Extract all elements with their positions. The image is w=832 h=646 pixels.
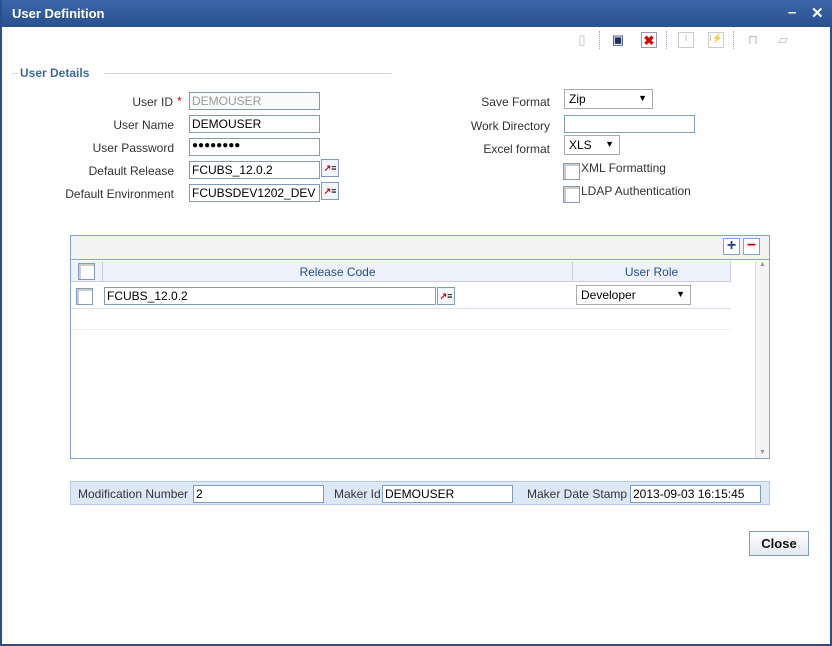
modification-number-label: Modification Number [78, 487, 189, 501]
default-release-lov-button[interactable]: ↗≡ [321, 159, 339, 177]
audit-footer: Modification Number 2 Maker Id DEMOUSER … [70, 481, 770, 505]
authorize-icon: I⚡ [708, 32, 724, 48]
row-checkbox[interactable] [76, 288, 93, 305]
default-release-input[interactable]: FCUBS_12.0.2 [189, 161, 320, 179]
user-id-label: User ID [132, 95, 173, 109]
delete-icon[interactable]: ✖ [641, 32, 657, 48]
default-environment-lov-button[interactable]: ↗≡ [321, 182, 339, 200]
table-row: FCUBS_12.0.2 ↗≡ Developer ▼ [71, 283, 731, 309]
open-folder-icon: ▱ [778, 32, 788, 47]
add-row-button[interactable]: + [723, 238, 740, 255]
select-all-checkbox[interactable] [78, 263, 95, 280]
default-release-label: Default Release [88, 164, 174, 178]
save-format-label: Save Format [481, 95, 550, 109]
column-header-user-role[interactable]: User Role [573, 261, 731, 282]
xml-formatting-label: XML Formatting [581, 161, 666, 175]
default-environment-label: Default Environment [65, 187, 174, 201]
save-format-select[interactable]: Zip ▼ [564, 89, 653, 109]
work-directory-label: Work Directory [470, 119, 550, 133]
column-header-release-code[interactable]: Release Code [103, 261, 573, 282]
unlock-icon: ⊓ [747, 32, 759, 47]
modification-number-field: 2 [193, 485, 324, 503]
required-marker: * [177, 94, 182, 108]
section-user-details: User Details [20, 66, 90, 80]
select-all-header [71, 261, 103, 282]
maker-id-field: DEMOUSER [382, 485, 513, 503]
ldap-authentication-checkbox[interactable] [563, 186, 580, 203]
new-icon: ▯ [578, 32, 586, 47]
window-title: User Definition [12, 6, 105, 21]
user-id-input[interactable]: DEMOUSER [189, 92, 320, 110]
release-grid: + − Release Code User Role ▲ ▼ FCUBS_12.0… [70, 235, 770, 459]
user-name-label: User Name [113, 118, 174, 132]
grid-scrollbar[interactable]: ▲ ▼ [755, 261, 769, 458]
ldap-authentication-label: LDAP Authentication [581, 184, 691, 198]
maker-date-stamp-field: 2013-09-03 16:15:45 [630, 485, 761, 503]
save-icon[interactable]: ▣ [610, 32, 626, 48]
copy-icon: I [678, 32, 694, 48]
user-definition-window: User Definition – ✕ ▯ ▣ ✖ I I⚡ ⊓ ▱ User … [0, 0, 832, 646]
user-password-input[interactable]: ●●●●●●●● [189, 138, 320, 156]
xml-formatting-checkbox[interactable] [563, 163, 580, 180]
maker-date-stamp-label: Maker Date Stamp [527, 487, 628, 501]
default-environment-input[interactable]: FCUBSDEV1202_DEV [189, 184, 320, 202]
minimize-button[interactable]: – [788, 4, 796, 21]
user-password-label: User Password [92, 141, 174, 155]
maker-id-label: Maker Id [334, 487, 381, 501]
excel-format-value: XLS [569, 138, 592, 152]
excel-format-select[interactable]: XLS ▼ [564, 135, 620, 155]
close-window-button[interactable]: ✕ [811, 4, 824, 22]
excel-format-label: Excel format [483, 142, 550, 156]
user-role-select[interactable]: Developer ▼ [576, 285, 691, 305]
grid-toolbar: + − [71, 236, 769, 260]
close-button[interactable]: Close [749, 531, 809, 556]
work-directory-input[interactable] [564, 115, 695, 133]
window-title-bar: User Definition [2, 0, 832, 27]
save-format-value: Zip [569, 92, 586, 106]
user-role-value: Developer [581, 288, 636, 302]
user-name-input[interactable]: DEMOUSER [189, 115, 320, 133]
release-code-input[interactable]: FCUBS_12.0.2 [104, 287, 436, 305]
release-code-lov-button[interactable]: ↗≡ [437, 287, 455, 305]
remove-row-button[interactable]: − [743, 238, 760, 255]
